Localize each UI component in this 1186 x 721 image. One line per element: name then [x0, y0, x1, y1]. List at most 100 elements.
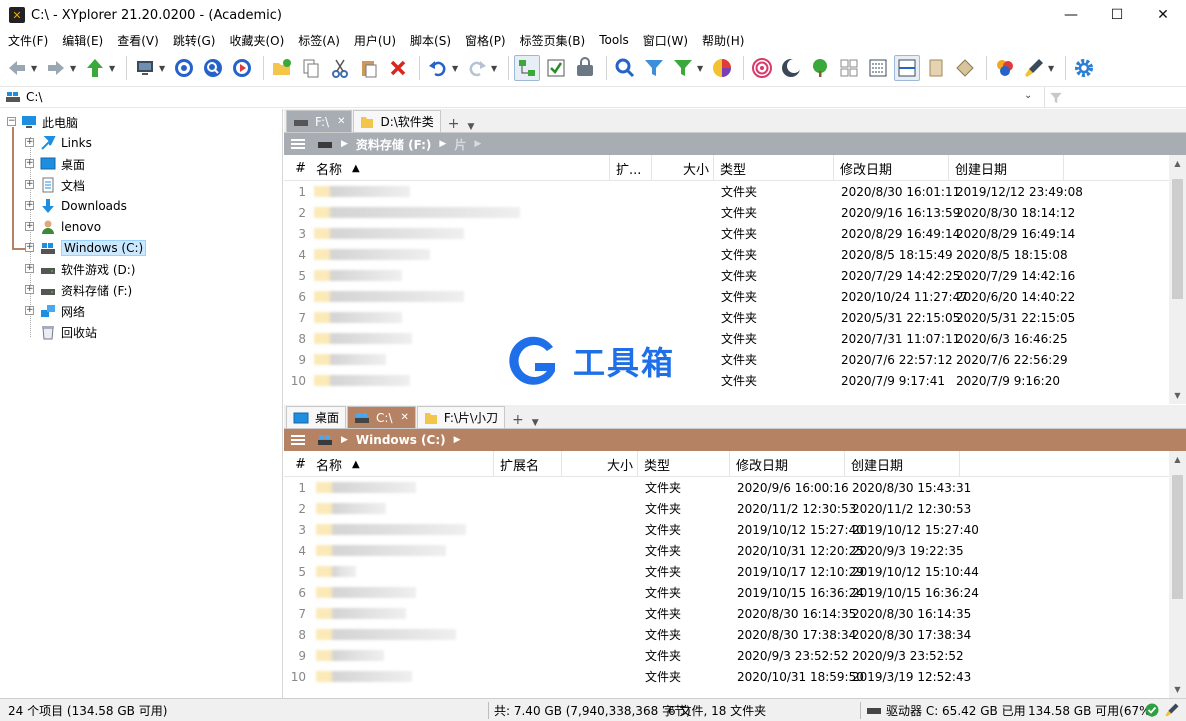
column-extension[interactable]: 扩... [610, 155, 652, 181]
forward-button[interactable] [43, 55, 69, 81]
menu-go[interactable]: 跳转(G) [173, 32, 216, 49]
menu-favorites[interactable]: 收藏夹(O) [229, 32, 284, 49]
address-dropdown-icon[interactable]: ⌄ [1024, 90, 1032, 101]
column-name[interactable]: 名称 ▲ [310, 451, 494, 477]
brush-status-icon[interactable] [1164, 699, 1180, 721]
filter-button[interactable] [641, 55, 667, 81]
recent-button[interactable] [229, 55, 255, 81]
color-filter-button[interactable] [709, 55, 735, 81]
menu-tools[interactable]: Tools [599, 33, 629, 47]
breadcrumb-drive[interactable]: Windows (C:) [356, 433, 446, 447]
tree-item-this-pc[interactable]: − 此电脑 [7, 112, 78, 132]
tree-item-downloads[interactable]: + Downloads [25, 196, 127, 216]
tab-desktop[interactable]: 桌面 [286, 406, 347, 428]
menu-file[interactable]: 文件(F) [8, 32, 48, 49]
table-row[interactable]: 6 文件夹 2020/10/24 11:27:47 2020/6/20 14:40:2… [284, 286, 1169, 307]
menu-help[interactable]: 帮助(H) [702, 32, 744, 49]
configuration-button[interactable] [1071, 55, 1097, 81]
menu-edit[interactable]: 编辑(E) [62, 32, 103, 49]
tree-item-drive-d[interactable]: + 软件游戏 (D:) [25, 259, 135, 279]
table-row[interactable]: 4 文件夹 2020/10/31 12:20:25 2020/9/3 19:22:35 [284, 540, 1169, 561]
computer-button[interactable] [132, 55, 158, 81]
dual-pane-button[interactable] [894, 55, 920, 81]
menu-user[interactable]: 用户(U) [354, 32, 396, 49]
delete-button[interactable] [385, 55, 411, 81]
tab-f-knife[interactable]: F:\片\小刀 [416, 406, 505, 428]
tag-button[interactable] [952, 55, 978, 81]
table-row[interactable]: 3 文件夹 2019/10/12 15:27:40 2019/10/12 15:27:… [284, 519, 1169, 540]
back-dropdown-icon[interactable]: ▼ [31, 64, 39, 73]
color-labels-button[interactable] [992, 55, 1018, 81]
undo-dropdown-icon[interactable]: ▼ [452, 64, 460, 73]
folder-tree[interactable]: − 此电脑 + Links + 桌面 + 文档 + Downloads + le… [0, 109, 283, 698]
scroll-down-icon[interactable]: ▼ [1169, 681, 1186, 698]
table-row[interactable]: 7 文件夹 2020/5/31 22:15:05 2020/5/31 22:15:05 [284, 307, 1169, 328]
tree-item-links[interactable]: + Links [25, 133, 92, 153]
tree-item-documents[interactable]: + 文档 [25, 175, 85, 195]
undo-button[interactable] [425, 55, 451, 81]
new-tab-button[interactable]: + [512, 412, 524, 428]
menu-window[interactable]: 窗口(W) [643, 32, 688, 49]
table-row[interactable]: 7 文件夹 2020/8/30 16:14:35 2020/8/30 16:14:35 [284, 603, 1169, 624]
scroll-down-icon[interactable]: ▼ [1169, 387, 1186, 404]
thumbnails-button[interactable] [836, 55, 862, 81]
file-list[interactable]: 1 文件夹 2020/8/30 16:01:11 2019/12/12 23:49:0… [284, 181, 1169, 404]
drive-info-button[interactable] [572, 55, 598, 81]
table-row[interactable]: 10 文件夹 2020/10/31 18:59:50 2019/3/19 12:52:… [284, 666, 1169, 687]
tree-item-network[interactable]: + 网络 [25, 301, 85, 321]
details-view-button[interactable] [865, 55, 891, 81]
table-row[interactable]: 4 文件夹 2020/8/5 18:15:49 2020/8/5 18:15:08 [284, 244, 1169, 265]
tree-item-drive-f[interactable]: + 资料存储 (F:) [25, 280, 132, 300]
scroll-up-icon[interactable]: ▲ [1169, 451, 1186, 468]
tree-expander[interactable]: + [25, 159, 34, 168]
maximize-button[interactable]: ☐ [1094, 0, 1140, 30]
quick-filter-box[interactable] [1044, 87, 1186, 108]
up-dropdown-icon[interactable]: ▼ [109, 64, 117, 73]
hotlist-button[interactable] [171, 55, 197, 81]
scroll-thumb[interactable] [1172, 475, 1183, 599]
table-row[interactable]: 3 文件夹 2020/8/29 16:49:14 2020/8/29 16:49:14 [284, 223, 1169, 244]
redo-dropdown-icon[interactable]: ▼ [491, 64, 499, 73]
tab-list-dropdown-icon[interactable]: ▼ [532, 418, 539, 428]
computer-dropdown-icon[interactable]: ▼ [159, 64, 167, 73]
tab-close-icon[interactable]: ✕ [337, 116, 345, 127]
tree-expander[interactable]: + [25, 180, 34, 189]
branch-view-button[interactable] [749, 55, 775, 81]
breadcrumb-folder[interactable]: 片 [454, 136, 466, 153]
table-row[interactable]: 8 文件夹 2020/8/30 17:38:34 2020/8/30 17:38:34 [284, 624, 1169, 645]
column-type[interactable]: 类型 [714, 155, 834, 181]
highlight-dropdown-icon[interactable]: ▼ [1048, 64, 1056, 73]
tree-expander[interactable]: + [25, 264, 34, 273]
tree-item-lenovo[interactable]: + lenovo [25, 217, 101, 237]
tree-item-windows-c[interactable]: + Windows (C:) [25, 238, 147, 258]
tree-expander[interactable]: + [25, 285, 34, 294]
scroll-up-icon[interactable]: ▲ [1169, 155, 1186, 172]
column-created[interactable]: 创建日期 [845, 451, 960, 477]
menu-view[interactable]: 查看(V) [117, 32, 159, 49]
column-number[interactable]: # [284, 155, 310, 181]
new-tab-button[interactable]: + [448, 116, 460, 132]
up-button[interactable] [82, 55, 108, 81]
menu-tags[interactable]: 标签(A) [298, 32, 340, 49]
copy-button[interactable] [298, 55, 324, 81]
table-row[interactable]: 9 文件夹 2020/7/6 22:57:12 2020/7/6 22:56:29 [284, 349, 1169, 370]
paste-button[interactable] [356, 55, 382, 81]
tree-toggle-button[interactable] [514, 55, 540, 81]
column-type[interactable]: 类型 [638, 451, 730, 477]
cut-button[interactable] [327, 55, 353, 81]
vertical-scrollbar[interactable]: ▲ ▼ [1169, 155, 1186, 404]
tab-c-root[interactable]: C:\ ✕ [347, 406, 416, 428]
forward-dropdown-icon[interactable]: ▼ [70, 64, 78, 73]
tree-expander[interactable]: + [25, 201, 34, 210]
hamburger-menu-icon[interactable] [291, 137, 305, 151]
table-row[interactable]: 2 文件夹 2020/11/2 12:30:53 2020/11/2 12:30:53 [284, 498, 1169, 519]
tree-expander[interactable]: + [25, 138, 34, 147]
hamburger-menu-icon[interactable] [291, 433, 305, 447]
preview-pane-button[interactable] [923, 55, 949, 81]
new-folder-button[interactable] [269, 55, 295, 81]
highlight-button[interactable] [1021, 55, 1047, 81]
table-row[interactable]: 1 文件夹 2020/8/30 16:01:11 2019/12/12 23:49:0… [284, 181, 1169, 202]
column-extension[interactable]: 扩展名 [494, 451, 562, 477]
search-button[interactable] [612, 55, 638, 81]
table-row[interactable]: 2 文件夹 2020/9/16 16:13:59 2020/8/30 18:14:12 [284, 202, 1169, 223]
